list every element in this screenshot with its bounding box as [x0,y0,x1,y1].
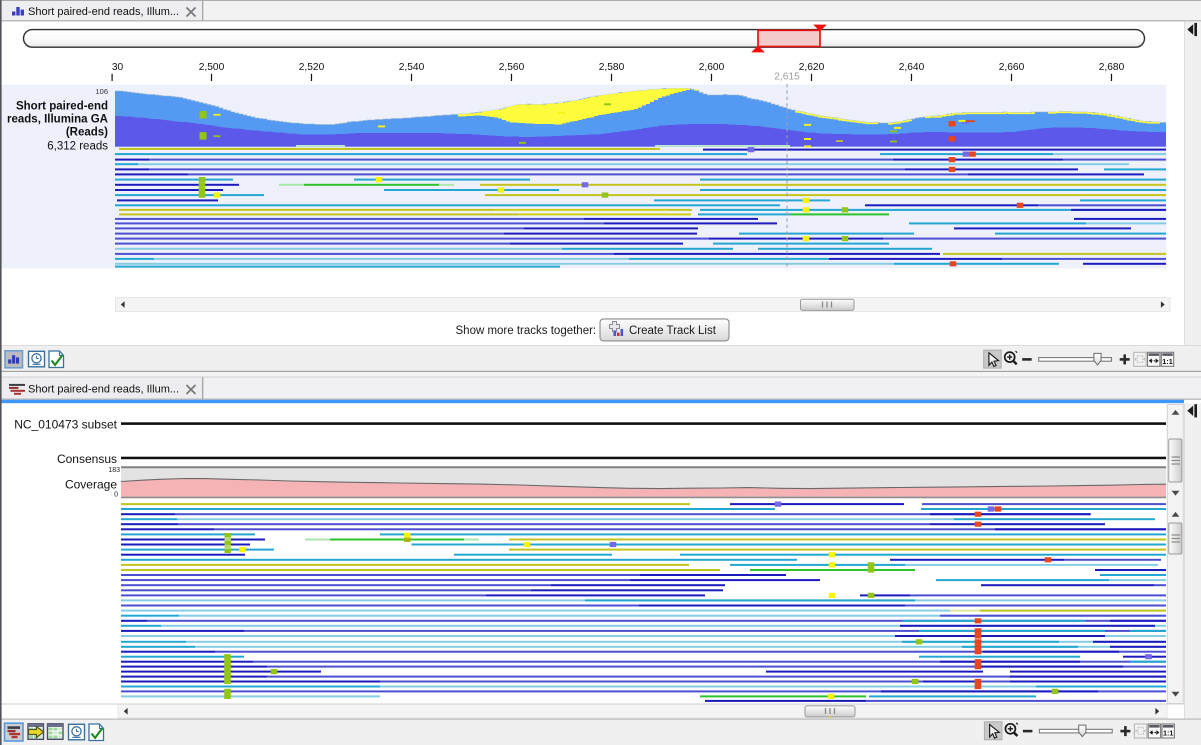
svg-text:30: 30 [112,62,124,73]
svg-text:Consensus: Consensus [57,452,117,466]
svg-text:2,680: 2,680 [1099,62,1125,73]
svg-text:106: 106 [95,87,108,96]
svg-text:2,540: 2,540 [399,62,425,73]
svg-text:1:1: 1:1 [1162,357,1172,366]
svg-text:(Reads): (Reads) [66,127,108,139]
svg-text:6,312 reads: 6,312 reads [47,141,108,153]
svg-text:183: 183 [108,467,120,474]
svg-text:0: 0 [114,492,118,499]
svg-text:Short paired-end reads, Illum.: Short paired-end reads, Illum... [28,6,179,18]
svg-text:Show more tracks together:: Show more tracks together: [456,325,597,337]
svg-text:2,580: 2,580 [599,62,625,73]
svg-text:2,500: 2,500 [199,62,225,73]
svg-text:2,520: 2,520 [299,62,325,73]
svg-text:2,620: 2,620 [799,62,825,73]
svg-text:reads, Illumina GA: reads, Illumina GA [7,114,108,126]
svg-text:Short paired-end: Short paired-end [16,101,108,113]
svg-text:Create Track List: Create Track List [629,325,717,337]
svg-text:Short paired-end reads, Illum.: Short paired-end reads, Illum... [28,384,179,396]
svg-text:2,640: 2,640 [899,62,925,73]
svg-text:2,560: 2,560 [499,62,525,73]
svg-text:2,660: 2,660 [999,62,1025,73]
svg-text:1:1: 1:1 [1163,729,1173,738]
svg-text:2,600: 2,600 [699,62,725,73]
svg-text:2,615: 2,615 [774,72,800,83]
svg-text:Coverage: Coverage [65,477,117,491]
svg-text:NC_010473 subset: NC_010473 subset [14,417,117,431]
